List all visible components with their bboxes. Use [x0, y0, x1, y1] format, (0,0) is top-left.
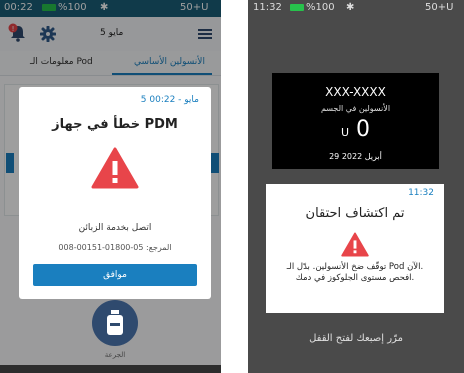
battery-icon [290, 3, 304, 11]
alert-title: تم اكتشاف احتقان [305, 206, 405, 221]
alert-message-line-2: افحص مستوى الجلوكوز في دمك. [295, 273, 415, 283]
dialog-message: اتصل بخدمة الزبائن [78, 223, 152, 233]
alert-message-line-1: توقّف ضخ الأنسولين. بدّل الـ Pod الآن. [286, 262, 424, 272]
left-phone-screen: 00:22 %100 ✱ 50+U ! 5 مايو الأنسولين الأ… [0, 0, 221, 373]
dialog-reference: المرجع: 05-01800-00151-008 [58, 243, 172, 252]
warning-triangle-icon [91, 147, 139, 189]
serial-number: XXX-XXXX [325, 85, 386, 99]
pdm-error-dialog: 5 مايو - 00:22 خطأ في جهاز PDM اتصل بخدم… [19, 87, 211, 299]
iob-number: 0 [356, 117, 371, 142]
warning-triangle-icon [341, 232, 369, 257]
alert-message: توقّف ضخ الأنسولين. بدّل الـ Pod الآن. ا… [274, 262, 436, 284]
battery-percent: %100 [306, 2, 335, 13]
bolus-button[interactable] [92, 300, 138, 346]
dialog-title: خطأ في جهاز PDM [52, 117, 178, 132]
right-phone-screen: 11:32 %100 ✱ 50+U XXX-XXXX الأنسولين في … [248, 0, 464, 373]
iob-label: الأنسولين في الجسم [320, 104, 391, 113]
insulin-vial-icon [107, 310, 123, 335]
lock-info-panel: XXX-XXXX الأنسولين في الجسم U 0 29 أبريل… [272, 73, 439, 169]
alert-time: 11:32 [408, 188, 434, 198]
bluetooth-icon: ✱ [346, 2, 355, 13]
dialog-timestamp: 5 مايو - 00:22 [140, 95, 199, 105]
iob-unit: U [340, 126, 350, 139]
system-nav-bar [0, 365, 221, 373]
status-time: 11:32 [253, 2, 282, 13]
insulin-status: 50+U [425, 2, 454, 13]
iob-value: U 0 [272, 117, 439, 142]
occlusion-alert-card[interactable]: 11:32 تم اكتشاف احتقان توقّف ضخ الأنسولي… [266, 184, 444, 313]
swipe-unlock-hint[interactable]: مرّر إصبعك لفتح القفل [248, 333, 464, 344]
status-bar: 11:32 %100 ✱ 50+U [248, 0, 464, 17]
battery-status: %100 [288, 2, 335, 13]
bolus-label: الجرعة [104, 351, 126, 359]
panel-date: 29 أبريل 2022 [329, 152, 382, 161]
ok-button[interactable]: موافق [33, 264, 197, 286]
